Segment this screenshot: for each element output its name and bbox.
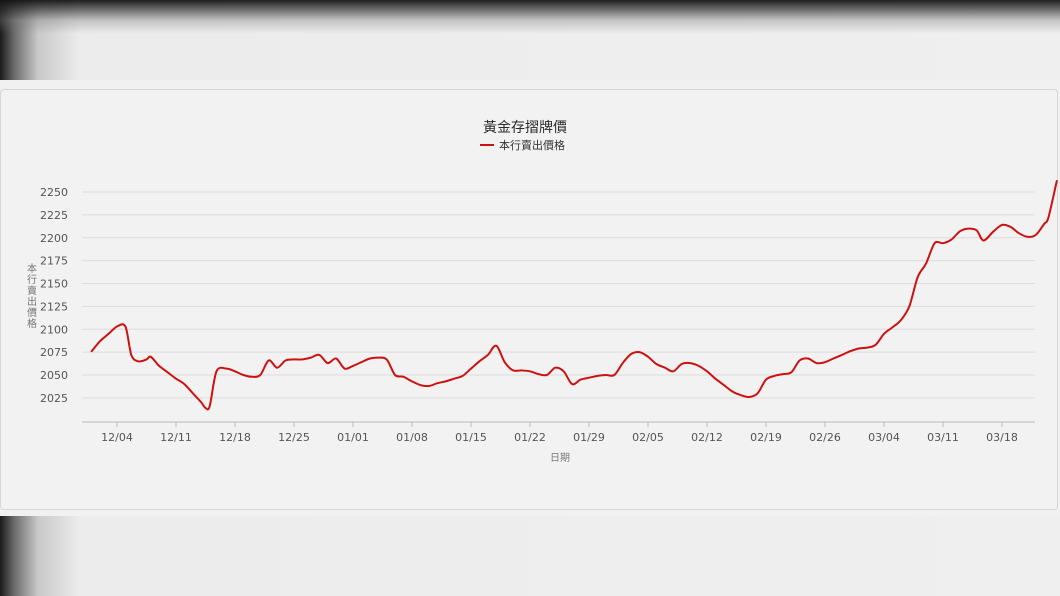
x-tick-label: 01/29 [573, 431, 605, 444]
y-tick-label: 2250 [40, 186, 68, 199]
x-tick-label: 01/22 [514, 431, 546, 444]
gold-price-chart: 黃金存摺牌價 本行賣出價格 2025 2050 2075 2100 2125 2150 21… [27, 119, 1058, 464]
y-tick-label: 2175 [40, 255, 68, 268]
y-tick-label: 2100 [40, 323, 68, 336]
y-tick-label: 2150 [40, 278, 68, 291]
y-tick-label: 2075 [40, 346, 68, 359]
x-tick-label: 03/11 [927, 431, 959, 444]
y-tick-label: 2225 [40, 209, 68, 222]
x-axis-title: 日期 [550, 452, 570, 464]
x-tick-label: 01/15 [455, 431, 487, 444]
y-tick-label: 2025 [40, 392, 68, 405]
x-tick-label: 12/25 [278, 431, 310, 444]
y-tick-label: 2050 [40, 369, 68, 382]
chart-title: 黃金存摺牌價 [483, 119, 567, 136]
x-axis-ticks: 12/04 12/11 12/18 12/25 01/01 01/08 01/15 01/22… [101, 422, 1018, 444]
legend-label: 本行賣出價格 [499, 138, 565, 152]
x-tick-label: 01/08 [396, 431, 428, 444]
x-tick-label: 02/05 [632, 431, 664, 444]
x-tick-label: 12/11 [160, 431, 192, 444]
x-tick-label: 01/01 [337, 431, 369, 444]
x-tick-label: 12/04 [101, 431, 133, 444]
y-axis-title: 本行賣出價格 [27, 262, 37, 330]
x-tick-label: 02/19 [750, 431, 782, 444]
x-tick-label: 03/04 [868, 431, 900, 444]
y-tick-label: 2125 [40, 300, 68, 313]
x-tick-label: 02/12 [691, 431, 723, 444]
x-tick-label: 02/26 [809, 431, 841, 444]
y-axis-ticks: 2025 2050 2075 2100 2125 2150 2175 2200 2225 2250 [40, 186, 68, 405]
x-tick-label: 03/18 [986, 431, 1018, 444]
x-tick-label: 12/18 [219, 431, 251, 444]
y-tick-label: 2200 [40, 232, 68, 245]
legend[interactable]: 本行賣出價格 [480, 138, 565, 152]
